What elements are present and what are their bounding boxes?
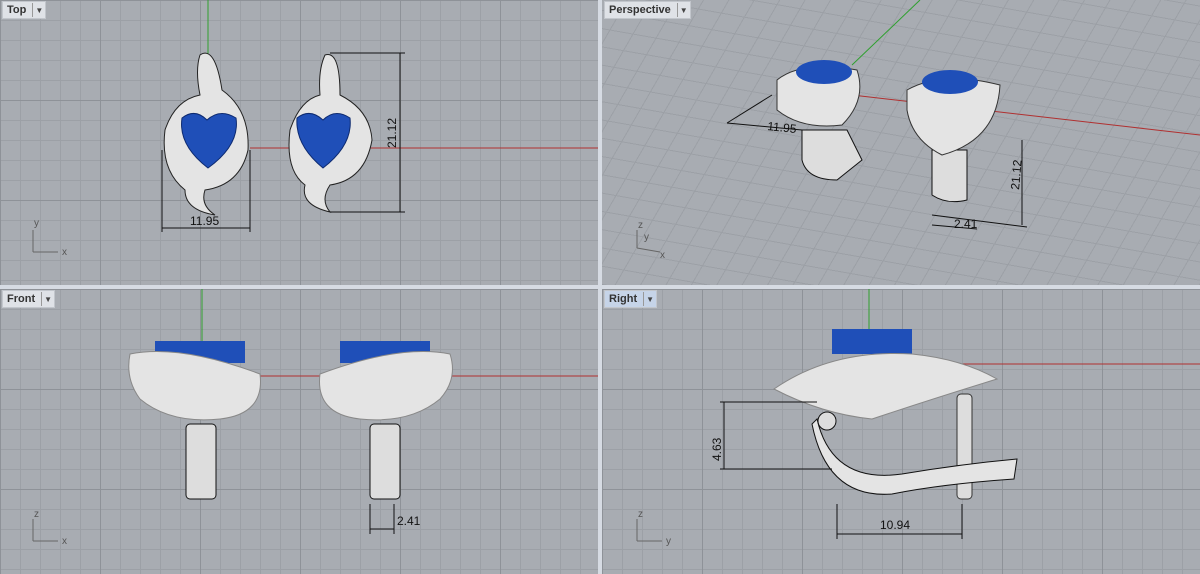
axis-label: y bbox=[34, 218, 39, 229]
dimension-label: 21.12 bbox=[385, 118, 399, 148]
dimension-label: 11.95 bbox=[190, 214, 219, 228]
viewport-title: Front bbox=[7, 293, 36, 305]
dimension-label: 2.41 bbox=[397, 514, 421, 528]
viewport-perspective[interactable]: Perspective ▼ 11.95 21.12 2.41 z y x bbox=[602, 0, 1200, 285]
axis-label: x bbox=[660, 250, 665, 261]
viewport-label-right[interactable]: Right ▼ bbox=[604, 290, 658, 308]
dimension-label: 21.12 bbox=[1008, 159, 1025, 190]
earring-left bbox=[776, 60, 863, 181]
axis-label: z bbox=[34, 509, 39, 520]
dimension-label: 4.63 bbox=[710, 437, 724, 461]
viewport-label-top[interactable]: Top ▼ bbox=[2, 1, 47, 19]
axis-label: z bbox=[638, 509, 643, 520]
dropdown-arrow-icon[interactable]: ▼ bbox=[643, 292, 656, 306]
earring-right bbox=[288, 54, 373, 213]
dropdown-arrow-icon[interactable]: ▼ bbox=[32, 3, 45, 17]
axis-gizmo bbox=[32, 230, 58, 253]
earring bbox=[773, 329, 1018, 500]
viewport-top[interactable]: Top ▼ 11.95 21.12 y x bbox=[0, 0, 598, 285]
dimension-label: 11.95 bbox=[767, 119, 798, 136]
dimension-label: 10.94 bbox=[880, 518, 910, 532]
axis-label: y bbox=[644, 232, 649, 243]
top-view-canvas: 11.95 21.12 y x bbox=[32, 0, 598, 258]
viewport-label-front[interactable]: Front ▼ bbox=[2, 290, 56, 308]
axis-label: x bbox=[62, 536, 67, 547]
viewport-right[interactable]: Right ▼ 4.63 10.94 z y bbox=[602, 289, 1200, 574]
viewport-front[interactable]: Front ▼ 2.41 z x bbox=[0, 289, 598, 574]
viewport-title: Perspective bbox=[609, 4, 671, 16]
front-view-canvas: 2.41 z x bbox=[32, 289, 598, 547]
viewport-label-perspective[interactable]: Perspective ▼ bbox=[604, 1, 691, 19]
axis-label: y bbox=[666, 536, 671, 547]
dropdown-arrow-icon[interactable]: ▼ bbox=[41, 292, 54, 306]
dropdown-arrow-icon[interactable]: ▼ bbox=[676, 3, 690, 17]
dimension-label: 2.41 bbox=[954, 217, 978, 231]
viewport-title: Right bbox=[609, 293, 638, 305]
dimension-lines bbox=[369, 504, 395, 534]
earring-right bbox=[906, 70, 1001, 203]
viewport-title: Top bbox=[7, 4, 27, 16]
right-view-canvas: 4.63 10.94 z y bbox=[636, 289, 1200, 547]
earring-left bbox=[128, 341, 261, 500]
perspective-view-canvas: 11.95 21.12 2.41 z y x bbox=[636, 0, 1200, 261]
axis-label: x bbox=[62, 247, 67, 258]
earring-left bbox=[163, 52, 249, 216]
axis-label: z bbox=[638, 220, 643, 231]
earring-right bbox=[319, 341, 453, 500]
